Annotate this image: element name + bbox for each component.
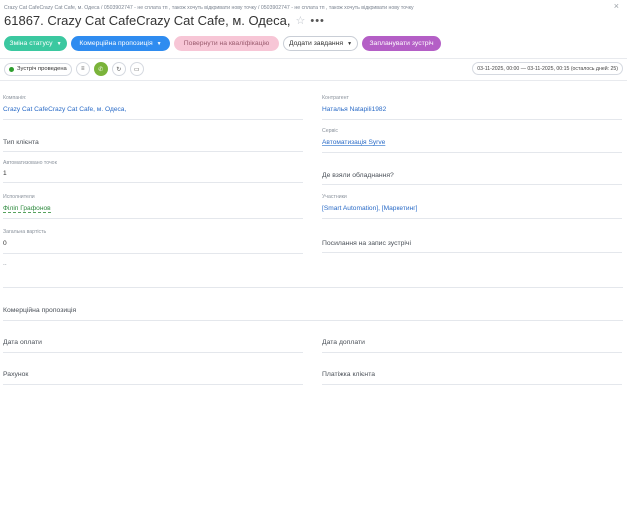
phone-icon[interactable]: ✆ (93, 62, 108, 76)
chevron-down-icon: ▼ (347, 40, 353, 47)
chevron-down-icon: ▼ (156, 40, 162, 47)
payment-date-field[interactable]: Дата оплати (3, 336, 303, 353)
points-value: 1 (3, 170, 7, 177)
schedule-meeting-label: Запланувати зустріч (369, 40, 434, 47)
status-change-label: Зміна статусу (9, 40, 53, 47)
breadcrumb: Crazy Cat CafeCrazy Cat Cafe, м. Одеса /… (4, 5, 414, 11)
counterparty-link[interactable]: Наталья Natapili1982 (322, 106, 386, 113)
commercial-offer-button[interactable]: Комерційна пропозиція ▼ (71, 36, 170, 51)
total-value: 0 (3, 240, 7, 247)
close-icon[interactable]: × (614, 1, 619, 11)
company-label: Компанія: (3, 95, 27, 101)
points-field: Автоматизовано точок 1 (3, 159, 303, 183)
status-change-button[interactable]: Зміна статусу ▼ (4, 36, 67, 51)
date-range-badge[interactable]: 03-11-2025, 00:00 — 03-11-2025, 00:15 (о… (472, 62, 623, 75)
commercial-offer-field-label: Комерційна пропозиція (3, 307, 77, 314)
executor-link[interactable]: Філіп Графонов (3, 205, 51, 213)
points-label: Автоматизовано точок (3, 160, 57, 166)
surcharge-date-label: Дата доплати (322, 339, 365, 346)
return-qualification-button[interactable]: Повернути на кваліфікацію (174, 36, 279, 51)
comment-icon[interactable]: ▭ (129, 62, 144, 76)
account-field[interactable]: Рахунок (3, 368, 303, 385)
return-qualification-label: Повернути на кваліфікацію (183, 40, 270, 47)
counterparty-field: Контрагент Наталья Natapili1982 (322, 94, 622, 120)
status-label: Зустріч проведена (17, 66, 67, 72)
dash-field: -- (3, 262, 623, 288)
participants-field: Участники [Smart Automation], [Маркетинг… (322, 193, 622, 219)
total-label: Загальна вартість (3, 229, 47, 235)
payer-label: Платіжка клієнта (322, 371, 376, 378)
divider (0, 80, 627, 81)
surcharge-date-field[interactable]: Дата доплати (322, 336, 622, 353)
equipment-label: Де взяли обладнання? (322, 172, 394, 179)
commercial-offer-label: Комерційна пропозиція (79, 40, 153, 47)
schedule-meeting-button[interactable]: Запланувати зустріч (362, 36, 441, 51)
divider (0, 58, 627, 59)
page-title: 61867. Crazy Cat CafeCrazy Cat Cafe, м. … (4, 13, 291, 28)
client-type-label: Тип клієнта (3, 139, 39, 146)
participants-label: Участники (322, 194, 347, 200)
status-badge[interactable]: Зустріч проведена (4, 62, 72, 76)
account-label: Рахунок (3, 371, 29, 378)
add-task-button[interactable]: Додати завдання ▼ (283, 36, 358, 51)
counterparty-label: Контрагент (322, 95, 349, 101)
commercial-offer-field[interactable]: Комерційна пропозиція (3, 304, 623, 321)
list-icon[interactable]: ≡ (75, 62, 90, 76)
meeting-link-label: Посилання на запис зустрічі (322, 240, 411, 247)
star-icon[interactable]: ☆ (295, 14, 305, 27)
toolbar: Зміна статусу ▼ Комерційна пропозиція ▼ … (4, 36, 441, 51)
status-dot-icon (9, 66, 14, 72)
subbar: Зустріч проведена ≡ ✆ ↻ ▭ (4, 62, 144, 76)
add-task-label: Додати завдання (288, 40, 344, 47)
dash-value: -- (3, 262, 7, 268)
history-icon[interactable]: ↻ (111, 62, 126, 76)
service-label: Сервіс (322, 128, 339, 134)
executors-field: Исполнители Філіп Графонов (3, 193, 303, 219)
total-cost-field: Загальна вартість 0 (3, 228, 303, 254)
company-field: Компанія: Crazy Cat CafeCrazy Cat Cafe, … (3, 94, 303, 120)
title-row: 61867. Crazy Cat CafeCrazy Cat Cafe, м. … (4, 13, 325, 28)
service-field: Сервіс Автоматизація Syrve (322, 127, 622, 153)
client-type-field[interactable]: Тип клієнта (3, 136, 303, 152)
chevron-down-icon: ▼ (56, 40, 62, 47)
participants-links[interactable]: [Smart Automation], [Маркетинг] (322, 205, 417, 212)
service-link[interactable]: Автоматизація Syrve (322, 139, 385, 146)
executors-label: Исполнители (3, 194, 35, 200)
company-link[interactable]: Crazy Cat CafeCrazy Cat Cafe, м. Одеса, (3, 106, 126, 113)
meeting-link-field[interactable]: Посилання на запис зустрічі (322, 237, 622, 253)
payment-date-label: Дата оплати (3, 339, 42, 346)
equipment-field[interactable]: Де взяли обладнання? (322, 169, 622, 185)
payer-field[interactable]: Платіжка клієнта (322, 368, 622, 385)
more-icon[interactable]: ••• (310, 15, 325, 27)
